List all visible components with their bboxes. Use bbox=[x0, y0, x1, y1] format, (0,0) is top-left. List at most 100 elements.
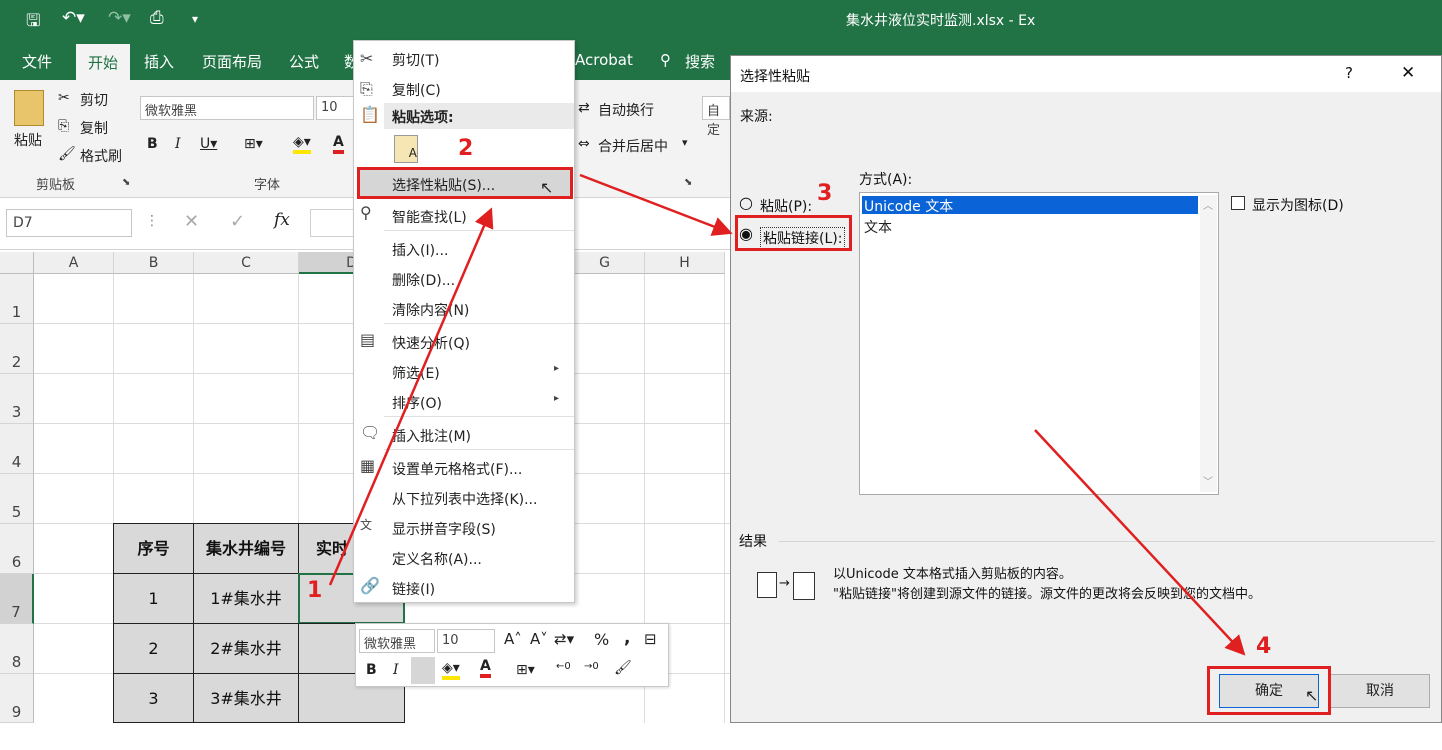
tab-acrobat[interactable]: Acrobat bbox=[575, 51, 633, 69]
row-header-3[interactable]: 3 bbox=[0, 374, 34, 424]
select-all-corner[interactable] bbox=[0, 252, 34, 274]
save-icon[interactable]: 🖫 bbox=[26, 8, 40, 37]
menu-item-delete[interactable]: 删除(D)... bbox=[392, 270, 455, 290]
underline-icon[interactable]: U▾ bbox=[200, 136, 217, 152]
italic-icon[interactable]: I bbox=[175, 136, 181, 152]
clipboard-launcher-icon[interactable]: ⬊ bbox=[122, 177, 130, 188]
formula-input[interactable] bbox=[310, 209, 354, 237]
insert-function-icon[interactable]: fx bbox=[274, 210, 290, 230]
row-header-9[interactable]: 9 bbox=[0, 674, 34, 723]
grow-font-icon[interactable]: A˄ bbox=[504, 630, 522, 648]
cut-button[interactable]: 剪切 bbox=[80, 90, 108, 110]
listbox-scrollbar[interactable] bbox=[1200, 195, 1217, 492]
menu-item-define-name[interactable]: 定义名称(A)... bbox=[392, 549, 482, 569]
font-name-select[interactable]: 微软雅黑 bbox=[140, 96, 314, 120]
column-header-c[interactable]: C bbox=[194, 252, 299, 274]
mini-italic-icon[interactable]: I bbox=[393, 662, 399, 678]
table-header-well-id[interactable]: 集水井编号 bbox=[193, 523, 299, 574]
cut-icon[interactable]: ✂ bbox=[58, 90, 70, 106]
scroll-up-icon[interactable]: ︿ bbox=[1203, 197, 1213, 212]
mini-bold-icon[interactable]: B bbox=[366, 662, 377, 678]
merge-center-icon[interactable]: ⇔ bbox=[578, 136, 590, 152]
table-cell[interactable]: 1#集水井 bbox=[193, 573, 299, 624]
row-header-6[interactable]: 6 bbox=[0, 524, 34, 574]
row-header-4[interactable]: 4 bbox=[0, 424, 34, 474]
column-header-h[interactable]: H bbox=[645, 252, 725, 274]
close-button[interactable]: ✕ bbox=[1401, 63, 1415, 83]
tab-page-layout[interactable]: 页面布局 bbox=[202, 51, 262, 72]
wrap-text-button[interactable]: 自动换行 bbox=[598, 100, 654, 120]
format-painter-button[interactable]: 格式刷 bbox=[80, 146, 122, 166]
menu-item-filter[interactable]: 筛选(E) bbox=[392, 363, 440, 383]
row-header-8[interactable]: 8 bbox=[0, 624, 34, 674]
list-item-text[interactable]: 文本 bbox=[864, 217, 892, 237]
radio-paste-icon[interactable]: ○ bbox=[739, 193, 753, 212]
merge-icon[interactable]: ⊟ bbox=[644, 630, 657, 648]
table-cell[interactable]: 2 bbox=[113, 623, 194, 674]
font-size-select[interactable]: 10 bbox=[316, 96, 356, 120]
display-as-icon-checkbox[interactable] bbox=[1231, 196, 1245, 210]
border-icon[interactable]: ⊞▾ bbox=[244, 136, 263, 152]
increase-decimal-icon[interactable]: ←0 bbox=[556, 661, 571, 672]
alignment-launcher-icon[interactable]: ⬊ bbox=[684, 177, 692, 188]
mini-border-icon[interactable]: ⊞▾ bbox=[516, 662, 535, 678]
confirm-entry-icon[interactable]: ✓ bbox=[230, 211, 245, 232]
comma-icon[interactable]: , bbox=[624, 628, 630, 648]
help-button[interactable]: ? bbox=[1345, 64, 1353, 82]
table-cell[interactable]: 1 bbox=[113, 573, 194, 624]
fill-color-icon[interactable]: ◈▾ bbox=[293, 134, 311, 154]
percent-icon[interactable]: % bbox=[594, 630, 609, 649]
menu-item-format-cells[interactable]: 设置单元格格式(F)... bbox=[392, 459, 522, 479]
tab-search[interactable]: 搜索 bbox=[685, 51, 715, 72]
redo-icon[interactable]: ↷▾ bbox=[108, 8, 131, 28]
mini-fill-color-icon[interactable]: ◈▾ bbox=[442, 660, 460, 680]
mini-font-name-select[interactable]: 微软雅黑 bbox=[359, 629, 435, 653]
mini-font-size-select[interactable]: 10 bbox=[437, 629, 495, 653]
font-color-icon[interactable]: A bbox=[333, 134, 344, 154]
cancel-button[interactable]: 取消 bbox=[1330, 674, 1430, 708]
table-cell[interactable]: 3#集水井 bbox=[193, 673, 299, 723]
menu-item-pick-from-list[interactable]: 从下拉列表中选择(K)... bbox=[392, 489, 537, 509]
menu-item-smart-lookup[interactable]: 智能查找(L) bbox=[392, 207, 467, 227]
column-header-g[interactable]: G bbox=[565, 252, 645, 274]
bold-icon[interactable]: B bbox=[147, 136, 158, 152]
menu-item-copy[interactable]: 复制(C) bbox=[392, 80, 441, 100]
number-format-select[interactable]: 自定 bbox=[702, 96, 730, 138]
paste-icon[interactable] bbox=[14, 90, 44, 126]
menu-item-cut[interactable]: 剪切(T) bbox=[392, 50, 439, 70]
column-header-a[interactable]: A bbox=[34, 252, 114, 274]
print-preview-icon[interactable]: ⎙ bbox=[150, 8, 164, 28]
number-format-icon[interactable]: ⇄▾ bbox=[554, 630, 574, 648]
customize-qat-icon[interactable]: ▾ bbox=[192, 12, 198, 26]
paste-text-only-icon[interactable]: A bbox=[394, 135, 418, 163]
tab-file[interactable]: 文件 bbox=[22, 51, 52, 72]
menu-item-insert-comment[interactable]: 插入批注(M) bbox=[392, 426, 471, 446]
cancel-entry-icon[interactable]: ✕ bbox=[184, 211, 199, 232]
wrap-text-icon[interactable]: ⇄ bbox=[578, 100, 590, 116]
mini-center-icon[interactable] bbox=[411, 657, 435, 684]
menu-item-quick-analysis[interactable]: 快速分析(Q) bbox=[392, 333, 470, 353]
menu-item-link[interactable]: 链接(I) bbox=[392, 579, 435, 599]
merge-center-button[interactable]: 合并后居中 bbox=[598, 136, 668, 156]
row-header-1[interactable]: 1 bbox=[0, 274, 34, 324]
row-header-7[interactable]: 7 bbox=[0, 574, 34, 624]
format-painter-icon[interactable]: 🖌 bbox=[58, 146, 76, 162]
decrease-decimal-icon[interactable]: →0 bbox=[584, 661, 599, 672]
mini-format-painter-icon[interactable]: 🖌 bbox=[614, 660, 632, 676]
search-icon[interactable]: ⚲ bbox=[660, 51, 671, 69]
table-cell[interactable]: 3 bbox=[113, 673, 194, 723]
table-header-index[interactable]: 序号 bbox=[113, 523, 194, 574]
row-header-2[interactable]: 2 bbox=[0, 324, 34, 374]
column-header-b[interactable]: B bbox=[114, 252, 194, 274]
as-listbox[interactable]: Unicode 文本 文本 ︿ ﹀ bbox=[859, 192, 1219, 495]
row-header-5[interactable]: 5 bbox=[0, 474, 34, 524]
table-cell[interactable]: 2#集水井 bbox=[193, 623, 299, 674]
merge-dropdown-icon[interactable]: ▾ bbox=[682, 136, 688, 149]
menu-item-show-phonetic[interactable]: 显示拼音字段(S) bbox=[392, 519, 496, 539]
scroll-down-icon[interactable]: ﹀ bbox=[1203, 473, 1213, 488]
menu-item-clear-contents[interactable]: 清除内容(N) bbox=[392, 300, 469, 320]
undo-icon[interactable]: ↶▾ bbox=[62, 8, 85, 28]
copy-icon[interactable]: ⎘ bbox=[58, 118, 69, 134]
tab-insert[interactable]: 插入 bbox=[144, 51, 174, 72]
copy-button[interactable]: 复制 bbox=[80, 118, 108, 138]
